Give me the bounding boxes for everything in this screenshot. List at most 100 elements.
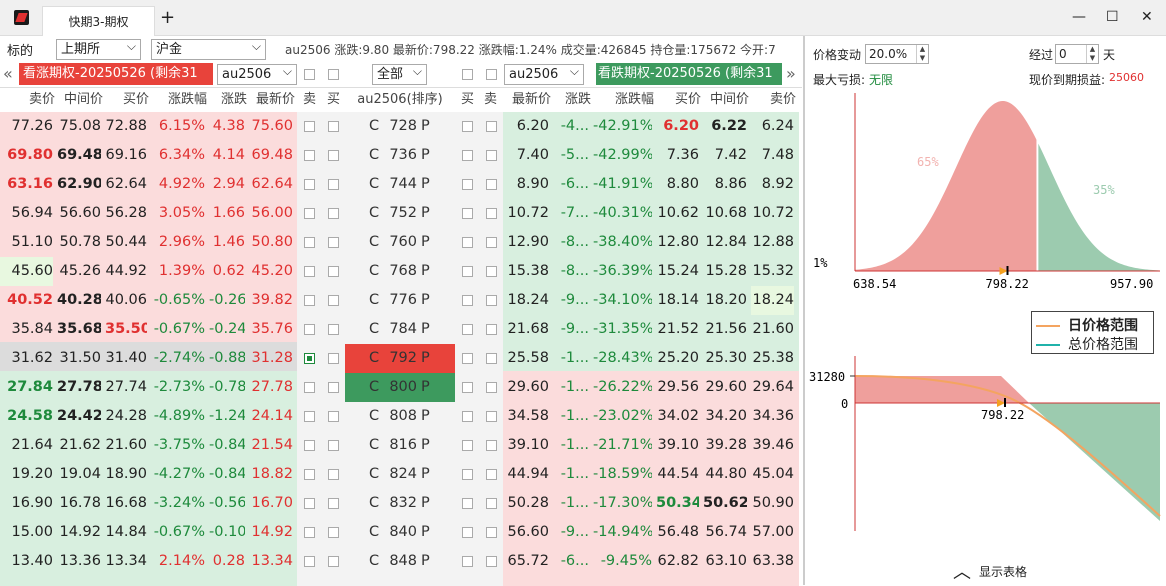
column-header[interactable]: 卖价 [751,88,796,112]
put-sell-checkbox[interactable] [486,237,497,248]
put-cell[interactable]: 65.72 [503,547,549,576]
put-sell-checkbox[interactable] [486,411,497,422]
call-cell[interactable]: 21.60 [105,431,147,460]
put-buy-checkbox[interactable] [462,440,473,451]
put-cell[interactable]: 21.68 [503,315,549,344]
column-header[interactable]: 买 [455,88,474,112]
put-cell[interactable]: 50.90 [751,489,794,518]
put-buy-checkbox[interactable] [462,469,473,480]
put-cell[interactable]: -18.59% [593,460,652,489]
put-cell[interactable]: 34.58 [503,402,549,431]
call-cell[interactable]: 21.62 [57,431,101,460]
call-cell[interactable]: 63.16 [0,170,53,199]
call-cell[interactable]: 2.94 [209,170,245,199]
put-sell-checkbox[interactable] [486,179,497,190]
put-cell[interactable]: 6.22 [703,112,747,141]
column-header[interactable]: 最新价 [503,88,551,112]
call-cell[interactable]: 35.68 [57,315,101,344]
call-cell[interactable]: 24.28 [105,402,147,431]
call-cell[interactable]: 31.28 [249,344,293,373]
call-cell[interactable]: 6.34% [151,141,205,170]
put-cell[interactable]: -6... [553,547,589,576]
call-cell[interactable]: 56.94 [0,199,53,228]
exchange-select[interactable]: 上期所 [56,37,141,60]
minimize-button[interactable]: — [1072,9,1086,25]
column-header[interactable]: 涨跌 [553,88,591,112]
call-cell[interactable]: -2.73% [151,373,205,402]
put-cell[interactable]: 29.60 [503,373,549,402]
put-cell[interactable]: 50.34 [656,489,699,518]
call-buy-checkbox[interactable] [328,440,339,451]
call-cell[interactable]: 24.42 [57,402,101,431]
put-cell[interactable]: -9.45% [593,547,652,576]
put-cell[interactable]: 21.56 [703,315,747,344]
put-cell[interactable]: 8.92 [751,170,794,199]
put-cell[interactable]: 8.86 [703,170,747,199]
put-sell-checkbox[interactable] [486,295,497,306]
call-buy-checkbox[interactable] [328,208,339,219]
column-header[interactable]: 最新价 [249,88,295,112]
column-header[interactable]: 中间价 [57,88,103,112]
call-cell[interactable]: -2.74% [151,344,205,373]
put-cell[interactable]: 25.58 [503,344,549,373]
call-cell[interactable]: -0.67% [151,315,205,344]
call-cell[interactable]: -0.56 [209,489,245,518]
call-cell[interactable]: 2.96% [151,228,205,257]
call-cell[interactable]: 19.04 [57,460,101,489]
call-sell-checkbox[interactable] [304,237,315,248]
put-cell[interactable]: 7.40 [503,141,549,170]
put-buy-checkbox[interactable] [462,208,473,219]
put-cell[interactable]: 34.36 [751,402,794,431]
put-cell[interactable]: -1... [553,402,589,431]
strike-row[interactable]: C 728 P [345,112,455,141]
put-cell[interactable]: 8.80 [656,170,699,199]
call-cell[interactable]: 21.64 [0,431,53,460]
put-cell[interactable]: 15.32 [751,257,794,286]
call-cell[interactable]: 3.05% [151,199,205,228]
call-cell[interactable]: 19.20 [0,460,53,489]
put-buy-checkbox[interactable] [462,121,473,132]
put-cell[interactable]: 15.24 [656,257,699,286]
call-buy-checkbox[interactable] [328,295,339,306]
call-cell[interactable]: -0.10 [209,518,245,547]
call-cell[interactable]: 0.62 [209,257,245,286]
strike-row[interactable]: C 832 P [345,489,455,518]
call-cell[interactable]: 16.70 [249,489,293,518]
call-cell[interactable]: 45.20 [249,257,293,286]
put-cell[interactable]: 39.10 [656,431,699,460]
put-cell[interactable]: 12.88 [751,228,794,257]
put-cell[interactable]: 29.60 [703,373,747,402]
call-buy-checkbox[interactable] [328,527,339,538]
column-header[interactable]: 涨跌幅 [151,88,207,112]
put-cell[interactable]: 29.64 [751,373,794,402]
call-sell-checkbox[interactable] [304,324,315,335]
strike-row[interactable]: C 848 P [345,547,455,576]
call-cell[interactable]: 45.60 [0,257,53,286]
call-buy-checkbox[interactable] [328,353,339,364]
put-cell[interactable]: -1... [553,460,589,489]
put-cell[interactable]: -40.31% [593,199,652,228]
strike-row[interactable]: C 752 P [345,199,455,228]
put-cell[interactable]: 25.38 [751,344,794,373]
put-cell[interactable]: -5... [553,141,589,170]
strike-row[interactable]: C 736 P [345,141,455,170]
put-buy-checkbox[interactable] [462,382,473,393]
call-buy-checkbox[interactable] [328,121,339,132]
put-cell[interactable]: 6.20 [503,112,549,141]
show-table-button[interactable]: ︿ 显示表格 [953,556,1027,583]
column-header[interactable]: 中间价 [703,88,749,112]
call-cell[interactable]: 44.92 [105,257,147,286]
put-cell[interactable]: 12.80 [656,228,699,257]
put-cell[interactable]: 21.52 [656,315,699,344]
call-sell-checkbox[interactable] [304,208,315,219]
strike-row[interactable]: C 824 P [345,460,455,489]
put-cell[interactable]: -42.91% [593,112,652,141]
call-cell[interactable]: -0.88 [209,344,245,373]
put-buy-checkbox[interactable] [462,237,473,248]
put-cell[interactable]: -17.30% [593,489,652,518]
call-cell[interactable]: 50.80 [249,228,293,257]
call-cell[interactable]: 31.62 [0,344,53,373]
call-cell[interactable]: -3.75% [151,431,205,460]
call-sell-checkbox[interactable] [304,121,315,132]
strike-row[interactable]: C 840 P [345,518,455,547]
